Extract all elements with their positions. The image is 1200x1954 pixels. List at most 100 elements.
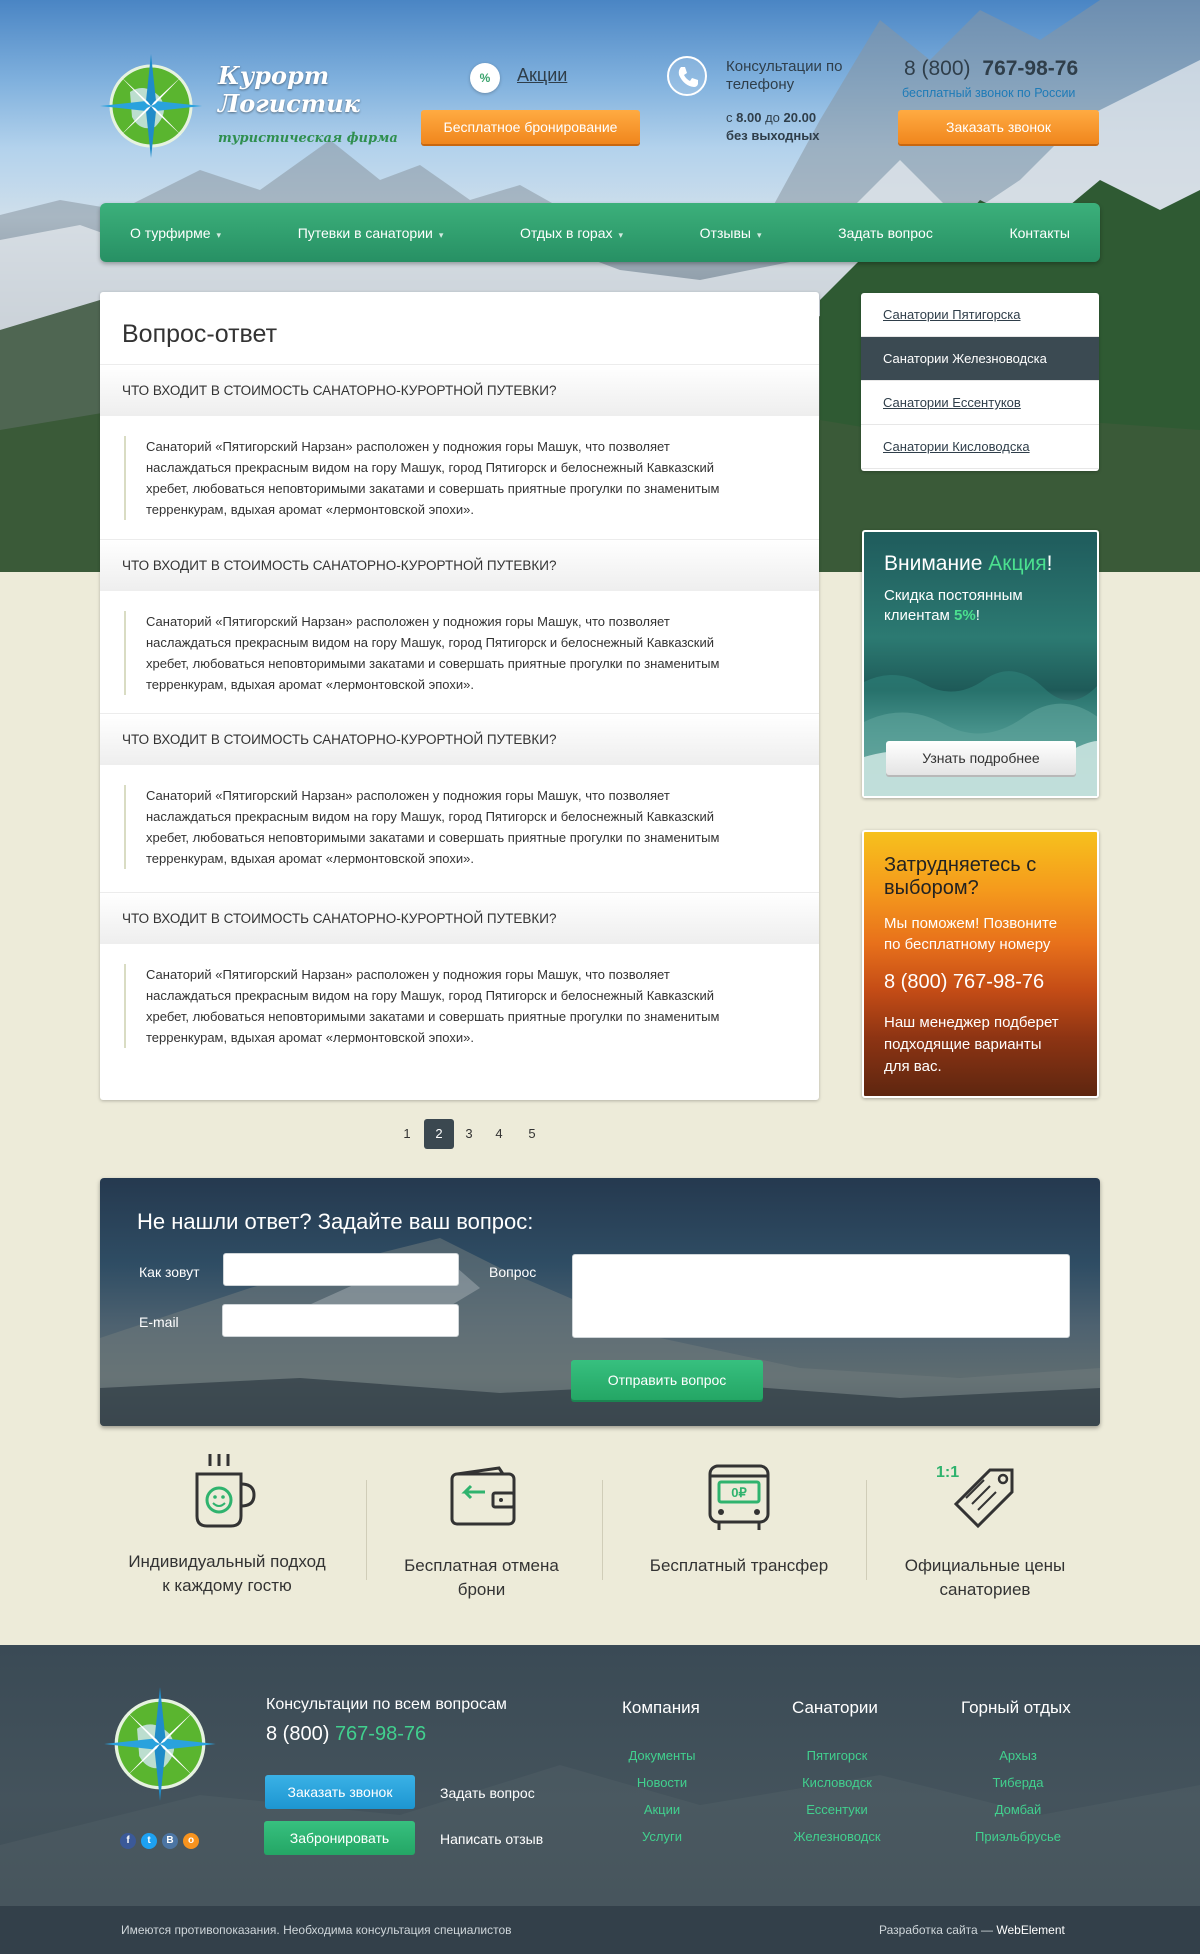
nav-item-label: Отзывы [699, 224, 751, 241]
faq-question[interactable]: ЧТО ВХОДИТ В СТОИМОСТЬ САНАТОРНО-КУРОРТН… [100, 539, 819, 591]
promo-text-line2: клиентам [884, 607, 955, 624]
nav-dropdown-arrow-icon: ▾ [618, 229, 624, 240]
page-1-button[interactable]: 1 [392, 1119, 422, 1149]
cup-icon [195, 1454, 256, 1528]
help-phone: 8 (800) 767-98-76 [884, 971, 1045, 993]
faq-answer-line: хребет, любоваться неповторимыми закатам… [146, 656, 720, 671]
feature-line1: Бесплатный трансфер [649, 1556, 829, 1575]
footer-link[interactable]: Новости [592, 1775, 732, 1790]
feature-line1: Официальные цены [904, 1556, 1066, 1575]
faq-answer: Санаторий «Пятигорский Нарзан» расположе… [124, 785, 784, 869]
question-form: Не нашли ответ? Задайте ваш вопрос: Как … [100, 1178, 1100, 1426]
nav-item-5[interactable]: Контакты [1009, 225, 1069, 241]
feature-line1: Бесплатная отмена [404, 1556, 559, 1575]
footer-link[interactable]: Ессентуки [767, 1802, 907, 1817]
footer-phone-code: 8 (800) [266, 1723, 330, 1745]
developer-prefix: Разработка сайта — [879, 1923, 997, 1937]
promo-details-button[interactable]: Узнать подробнее [886, 741, 1076, 775]
nav-item-0[interactable]: О турфирме ▾ [130, 225, 221, 241]
sidebar-item[interactable]: Санатории Пятигорска [861, 293, 1099, 337]
sidebar-item[interactable]: Санатории Ессентуков [861, 381, 1099, 425]
faq-card: Вопрос-ответ ЧТО ВХОДИТ В СТОИМОСТЬ САНА… [100, 292, 819, 1100]
promo-link[interactable]: Акции [517, 65, 567, 86]
feature-individual: Индивидуальный подход к каждому гостю [110, 1550, 344, 1598]
page-4-button[interactable]: 4 [484, 1119, 514, 1149]
sidebar-item[interactable]: Санатории Кисловодска [861, 425, 1099, 469]
faq-answer-line: терренкурам, вдыхая аромат «лермонтовско… [146, 502, 474, 517]
footer-book-button[interactable]: Забронировать [264, 1821, 415, 1855]
name-label: Как зовут [139, 1264, 200, 1280]
consult-title: Консультации по телефону [726, 58, 843, 93]
footer-link[interactable]: Железноводск [767, 1829, 907, 1844]
faq-question[interactable]: ЧТО ВХОДИТ В СТОИМОСТЬ САНАТОРНО-КУРОРТН… [100, 713, 819, 765]
nav-item-label: Путевки в санатории [297, 224, 433, 241]
footer-link[interactable]: Тиберда [948, 1775, 1088, 1790]
faq-answer: Санаторий «Пятигорский Нарзан» расположе… [124, 436, 784, 520]
email-input[interactable] [222, 1304, 459, 1337]
disclaimer: Имеются противопоказания. Необходима кон… [121, 1923, 512, 1937]
hours-days: без выходных [726, 128, 820, 143]
promo-title-green: Акция [988, 552, 1047, 575]
feature-prices: Официальные цены санаториев [873, 1554, 1097, 1602]
twitter-icon[interactable]: t [141, 1833, 157, 1849]
phone-code: 8 (800) [904, 57, 971, 80]
nav-item-2[interactable]: Отдых в горах ▾ [520, 225, 623, 241]
page-title: Вопрос-ответ [122, 320, 278, 348]
faq-question-text: ЧТО ВХОДИТ В СТОИМОСТЬ САНАТОРНО-КУРОРТН… [122, 911, 557, 926]
footer-link[interactable]: Услуги [592, 1829, 732, 1844]
nav-dropdown-arrow-icon: ▾ [216, 229, 222, 240]
faq-answer: Санаторий «Пятигорский Нарзан» расположе… [124, 611, 784, 695]
footer-link[interactable]: Кисловодск [767, 1775, 907, 1790]
footer-link[interactable]: Документы [592, 1748, 732, 1763]
feature-line2: брони [457, 1580, 506, 1599]
footer-ask-link[interactable]: Задать вопрос [440, 1785, 535, 1801]
footer-link[interactable]: Домбай [948, 1802, 1088, 1817]
logo[interactable] [100, 52, 202, 165]
vk-icon[interactable]: B [162, 1833, 178, 1849]
sidebar-menu: Санатории Пятигорска Санатории Железновод… [861, 293, 1099, 471]
question-textarea[interactable] [572, 1254, 1070, 1338]
footer-link[interactable]: Приэльбрусье [948, 1829, 1088, 1844]
help-text-line3: Наш менеджер подберет [884, 1014, 1059, 1031]
sidebar-item[interactable]: Санатории Железноводска [861, 337, 1099, 381]
footer-link[interactable]: Пятигорск [767, 1748, 907, 1763]
footer-link[interactable]: Архыз [948, 1748, 1088, 1763]
footer-bottom-bar: Имеются противопоказания. Необходима кон… [0, 1906, 1200, 1954]
hours-to: 20.00 [783, 110, 817, 125]
facebook-icon[interactable]: f [120, 1833, 136, 1849]
callback-button[interactable]: Заказать звонок [898, 110, 1099, 144]
nav-item-4[interactable]: Задать вопрос [838, 225, 933, 241]
page-2-button[interactable]: 2 [424, 1119, 454, 1149]
faq-answer-line: терренкурам, вдыхая аромат «лермонтовско… [146, 1030, 474, 1045]
nav-item-1[interactable]: Путевки в санатории ▾ [298, 225, 444, 241]
footer-compass-logo-icon[interactable] [104, 1685, 216, 1803]
footer-col-mountains-title: Горный отдых [961, 1698, 1071, 1717]
help-manager-text: Наш менеджер подберет подходящие вариант… [884, 1012, 1059, 1078]
page-5-button[interactable]: 5 [517, 1119, 547, 1149]
nav-item-label: О турфирме [130, 224, 211, 241]
faq-answer-line: наслаждаться прекрасным видом на гору Ма… [146, 635, 714, 650]
footer-callback-button[interactable]: Заказать звонок [265, 1775, 415, 1809]
phone-note: бесплатный звонок по России [902, 86, 1076, 100]
footer-col-sanatoriums-title: Санатории [792, 1698, 878, 1717]
footer-col-company-title: Компания [622, 1698, 700, 1717]
faq-answer-line: терренкурам, вдыхая аромат «лермонтовско… [146, 677, 474, 692]
compass-logo-icon [100, 54, 202, 158]
feature-line2: к каждому гостю [162, 1576, 292, 1595]
faq-question[interactable]: ЧТО ВХОДИТ В СТОИМОСТЬ САНАТОРНО-КУРОРТН… [100, 364, 819, 416]
footer-review-link[interactable]: Написать отзыв [440, 1831, 543, 1847]
email-label: E-mail [139, 1314, 179, 1330]
faq-question[interactable]: ЧТО ВХОДИТ В СТОИМОСТЬ САНАТОРНО-КУРОРТН… [100, 892, 819, 944]
name-input[interactable] [223, 1253, 459, 1286]
footer-link[interactable]: Акции [592, 1802, 732, 1817]
page-3-button[interactable]: 3 [454, 1119, 484, 1149]
promo-banner: Внимание Акция! Скидка постоянным клиент… [862, 530, 1099, 798]
nav-item-3[interactable]: Отзывы ▾ [700, 225, 762, 241]
odnoklassniki-icon[interactable]: o [183, 1833, 199, 1849]
main-nav: О турфирме ▾ Путевки в санатории ▾ Отдых в г… [100, 203, 1100, 262]
bus-icon: 0₽ [708, 1464, 770, 1530]
footer-phone-number: 767-98-76 [334, 1723, 427, 1745]
submit-question-button[interactable]: Отправить вопрос [571, 1360, 763, 1400]
developer-link[interactable]: WebElement [996, 1923, 1064, 1937]
free-booking-button[interactable]: Бесплатное бронирование [421, 110, 640, 144]
